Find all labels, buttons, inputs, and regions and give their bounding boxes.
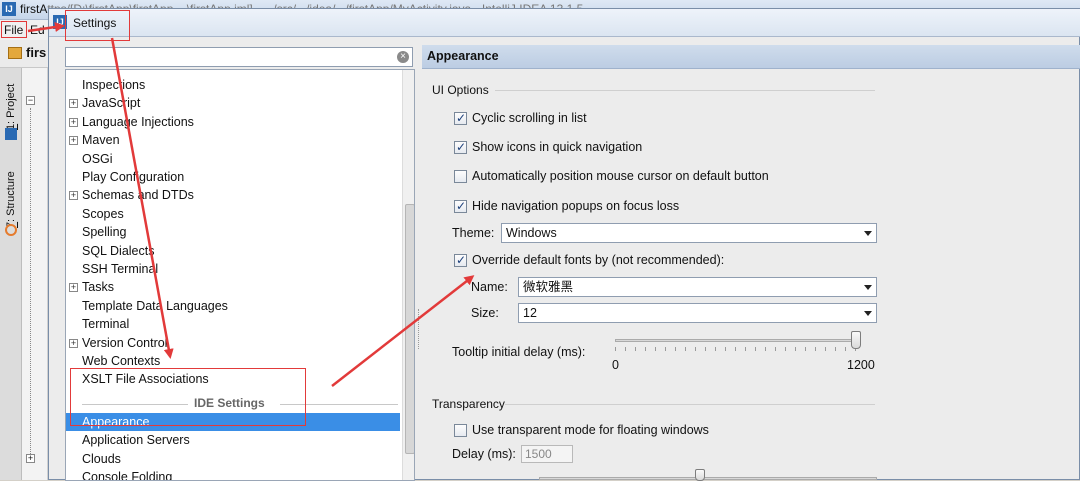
- collapse-icon[interactable]: −: [26, 96, 35, 105]
- tooltip-max-label: 1200: [847, 358, 875, 372]
- settings-tree-item[interactable]: + Schemas and DTDs: [66, 186, 400, 204]
- clear-search-icon[interactable]: ×: [397, 51, 409, 63]
- slider-ticks: [615, 347, 861, 351]
- show-icons-option[interactable]: Show icons in quick navigation: [454, 138, 642, 156]
- expand-icon[interactable]: +: [69, 338, 78, 348]
- expand-icon[interactable]: +: [26, 454, 35, 463]
- settings-tree-item[interactable]: + Language Injections: [66, 113, 400, 131]
- settings-tree-item[interactable]: Console Folding: [66, 468, 400, 480]
- theme-label: Theme:: [452, 226, 495, 240]
- delay-label: Delay (ms):: [452, 447, 516, 461]
- scrollbar-thumb[interactable]: [405, 204, 414, 454]
- expand-icon[interactable]: +: [69, 99, 78, 109]
- cyclic-scrolling-checkbox[interactable]: [454, 111, 467, 125]
- settings-tree-item[interactable]: SQL Dialects: [66, 242, 400, 260]
- settings-tree-item[interactable]: + Version Control: [66, 334, 400, 352]
- font-name-label: Name:: [471, 280, 508, 294]
- override-fonts-checkbox[interactable]: [454, 253, 467, 267]
- project-tool-icon: [5, 128, 17, 140]
- auto-mouse-option[interactable]: Automatically position mouse cursor on d…: [454, 167, 769, 185]
- cyclic-scrolling-option[interactable]: Cyclic scrolling in list: [454, 109, 587, 127]
- settings-tree-item[interactable]: SSH Terminal: [66, 260, 400, 278]
- annotation-box-appearance: [70, 368, 306, 426]
- project-name[interactable]: firs: [26, 45, 46, 60]
- expand-icon[interactable]: +: [69, 283, 78, 293]
- appearance-header: Appearance: [422, 45, 1080, 69]
- structure-tool-icon: [5, 224, 17, 236]
- font-size-select[interactable]: 12: [518, 303, 877, 323]
- delay-input[interactable]: 1500: [521, 445, 573, 463]
- chevron-down-icon: [864, 285, 872, 290]
- panel-splitter[interactable]: [417, 309, 421, 349]
- group-divider: [505, 404, 875, 405]
- ide-tool-window-strip: 1: Project 7: Structure: [0, 68, 22, 480]
- tooltip-delay-slider[interactable]: [615, 331, 861, 365]
- settings-search-input[interactable]: ×: [65, 47, 413, 67]
- settings-tree-item[interactable]: Play Configuration: [66, 168, 400, 186]
- theme-select[interactable]: Windows: [501, 223, 877, 243]
- expand-icon[interactable]: +: [69, 191, 78, 201]
- settings-tree-item[interactable]: Terminal: [66, 315, 400, 333]
- font-name-select[interactable]: 微软雅黑: [518, 277, 877, 297]
- settings-tree-item[interactable]: + Tasks: [66, 278, 400, 296]
- transparent-mode-checkbox[interactable]: [454, 423, 467, 437]
- group-divider: [495, 90, 875, 91]
- show-icons-checkbox[interactable]: [454, 140, 467, 154]
- transparent-mode-option[interactable]: Use transparent mode for floating window…: [454, 421, 709, 439]
- annotation-box-file: [1, 21, 27, 38]
- settings-tree-item[interactable]: Template Data Languages: [66, 297, 400, 315]
- settings-tree-item[interactable]: OSGi: [66, 150, 400, 168]
- override-fonts-option[interactable]: Override default fonts by (not recommend…: [454, 251, 724, 269]
- menu-edit[interactable]: Ed: [30, 23, 45, 37]
- settings-title-bar: IJ Settings: [49, 9, 1080, 37]
- folder-icon: [8, 47, 22, 59]
- tree-guide-line: [30, 108, 31, 458]
- transparency-title: Transparency: [432, 397, 505, 411]
- ide-project-tree-strip: − +: [22, 68, 48, 480]
- settings-tree-item[interactable]: Scopes: [66, 205, 400, 223]
- intellij-icon: IJ: [2, 2, 16, 16]
- settings-tree-item[interactable]: Spelling: [66, 223, 400, 241]
- settings-tree-item[interactable]: Clouds: [66, 450, 400, 468]
- settings-tree-item[interactable]: Application Servers: [66, 431, 400, 449]
- tooltip-delay-label: Tooltip initial delay (ms):: [452, 345, 586, 359]
- auto-mouse-checkbox[interactable]: [454, 169, 467, 183]
- settings-tree-item[interactable]: Inspections: [66, 76, 400, 94]
- settings-tree-item[interactable]: + Maven: [66, 131, 400, 149]
- chevron-down-icon: [864, 231, 872, 236]
- slider-thumb[interactable]: [851, 331, 861, 349]
- font-size-label: Size:: [471, 306, 499, 320]
- expand-icon[interactable]: +: [69, 136, 78, 146]
- annotation-box-settings: [65, 10, 130, 41]
- hide-popups-option[interactable]: Hide navigation popups on focus loss: [454, 197, 679, 215]
- chevron-down-icon: [864, 311, 872, 316]
- hide-popups-checkbox[interactable]: [454, 199, 467, 213]
- tooltip-min-label: 0: [612, 358, 619, 372]
- slider-thumb[interactable]: [695, 469, 705, 481]
- settings-tree-item[interactable]: + JavaScript: [66, 94, 400, 112]
- ui-options-title: UI Options: [432, 83, 489, 97]
- slider-track: [615, 339, 861, 342]
- expand-icon[interactable]: +: [69, 117, 78, 127]
- tree-scrollbar[interactable]: [402, 70, 414, 480]
